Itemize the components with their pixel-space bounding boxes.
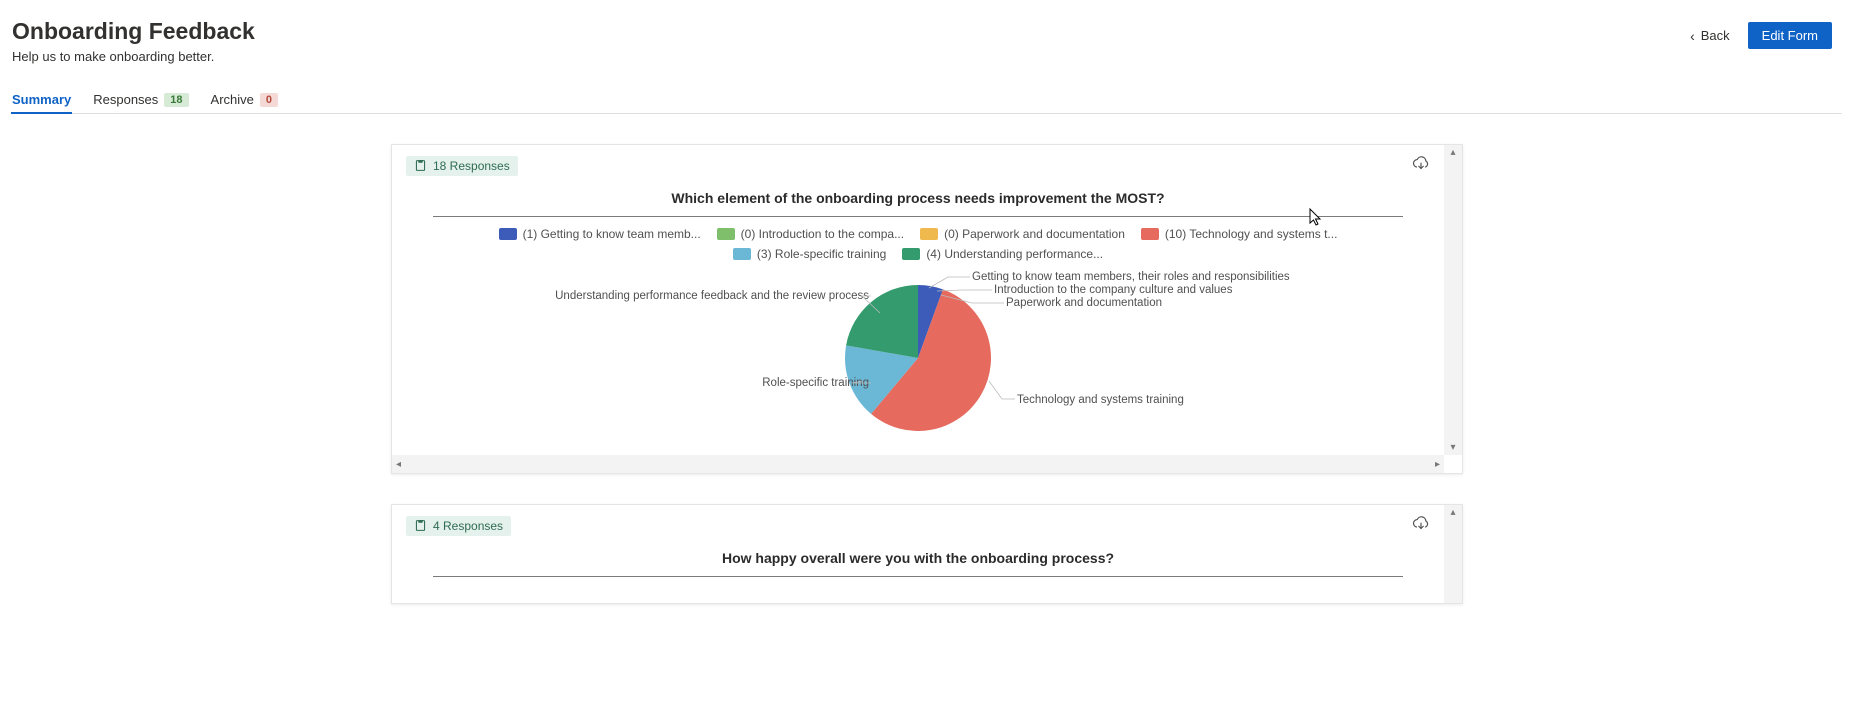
divider xyxy=(433,576,1403,577)
callout-role-training: Role-specific training xyxy=(762,377,869,389)
clipboard-icon xyxy=(414,159,427,172)
legend-item[interactable]: (0) Introduction to the compa... xyxy=(717,227,904,241)
download-cloud-icon xyxy=(1412,155,1430,173)
legend-item[interactable]: (0) Paperwork and documentation xyxy=(920,227,1125,241)
tab-label: Responses xyxy=(93,92,158,107)
legend-label: (1) Getting to know team memb... xyxy=(523,227,701,241)
tab-responses[interactable]: Responses 18 xyxy=(93,86,188,113)
chart-legend: (1) Getting to know team memb... (0) Intr… xyxy=(392,217,1444,271)
card-header: 18 Responses xyxy=(392,145,1444,176)
question-text: How happy overall were you with the onbo… xyxy=(392,550,1444,566)
back-button[interactable]: ‹ Back xyxy=(1690,28,1730,44)
legend-swatch xyxy=(1141,228,1159,240)
responses-badge: 18 Responses xyxy=(406,156,518,176)
tab-archive[interactable]: Archive 0 xyxy=(211,86,278,113)
card-header: 4 Responses xyxy=(392,505,1444,536)
legend-label: (3) Role-specific training xyxy=(757,247,886,261)
question-card-2: ▴ 4 Responses How happy overall were you… xyxy=(391,504,1463,604)
callout-team-members: Getting to know team members, their role… xyxy=(972,271,1290,283)
download-button[interactable] xyxy=(1412,515,1430,536)
scrollbar-vertical[interactable]: ▴ ▾ xyxy=(1444,145,1462,455)
tab-label: Summary xyxy=(12,92,71,107)
legend-item[interactable]: (3) Role-specific training xyxy=(733,247,886,261)
legend-item[interactable]: (10) Technology and systems t... xyxy=(1141,227,1338,241)
legend-item[interactable]: (1) Getting to know team memb... xyxy=(499,227,701,241)
page-title: Onboarding Feedback xyxy=(12,18,255,45)
callout-performance: Understanding performance feedback and t… xyxy=(555,290,869,302)
download-cloud-icon xyxy=(1412,515,1430,533)
back-label: Back xyxy=(1701,28,1730,43)
question-text: Which element of the onboarding process … xyxy=(392,190,1444,206)
download-button[interactable] xyxy=(1412,155,1430,176)
legend-swatch xyxy=(733,248,751,260)
legend-label: (0) Paperwork and documentation xyxy=(944,227,1125,241)
callout-company-culture: Introduction to the company culture and … xyxy=(994,284,1232,296)
archive-count-badge: 0 xyxy=(260,93,278,107)
title-block: Onboarding Feedback Help us to make onbo… xyxy=(12,18,255,64)
legend-swatch xyxy=(499,228,517,240)
legend-label: (0) Introduction to the compa... xyxy=(741,227,904,241)
question-card-1: ▴ ▾ ◂▸ 18 Responses Which element of the… xyxy=(391,144,1463,474)
tabs: Summary Responses 18 Archive 0 xyxy=(12,86,1842,114)
content-area: ▴ ▾ ◂▸ 18 Responses Which element of the… xyxy=(12,114,1842,604)
legend-swatch xyxy=(717,228,735,240)
responses-count-badge: 18 xyxy=(164,93,188,107)
pie-svg xyxy=(845,285,991,431)
responses-badge: 4 Responses xyxy=(406,516,511,536)
responses-text: 18 Responses xyxy=(433,159,510,173)
edit-form-button[interactable]: Edit Form xyxy=(1748,22,1832,49)
callout-paperwork: Paperwork and documentation xyxy=(1006,297,1162,309)
legend-item[interactable]: (4) Understanding performance... xyxy=(902,247,1103,261)
page-header: Onboarding Feedback Help us to make onbo… xyxy=(12,18,1842,64)
legend-label: (4) Understanding performance... xyxy=(926,247,1103,261)
tab-summary[interactable]: Summary xyxy=(12,86,71,113)
scrollbar-vertical[interactable]: ▴ xyxy=(1444,505,1462,603)
tab-label: Archive xyxy=(211,92,254,107)
callout-technology: Technology and systems training xyxy=(1017,394,1184,406)
responses-text: 4 Responses xyxy=(433,519,503,533)
chevron-left-icon: ‹ xyxy=(1690,28,1695,44)
legend-swatch xyxy=(902,248,920,260)
header-actions: ‹ Back Edit Form xyxy=(1690,18,1842,49)
page-subtitle: Help us to make onboarding better. xyxy=(12,49,255,64)
pie-chart: Getting to know team members, their role… xyxy=(392,271,1444,491)
legend-label: (10) Technology and systems t... xyxy=(1165,227,1338,241)
clipboard-icon xyxy=(414,519,427,532)
legend-swatch xyxy=(920,228,938,240)
